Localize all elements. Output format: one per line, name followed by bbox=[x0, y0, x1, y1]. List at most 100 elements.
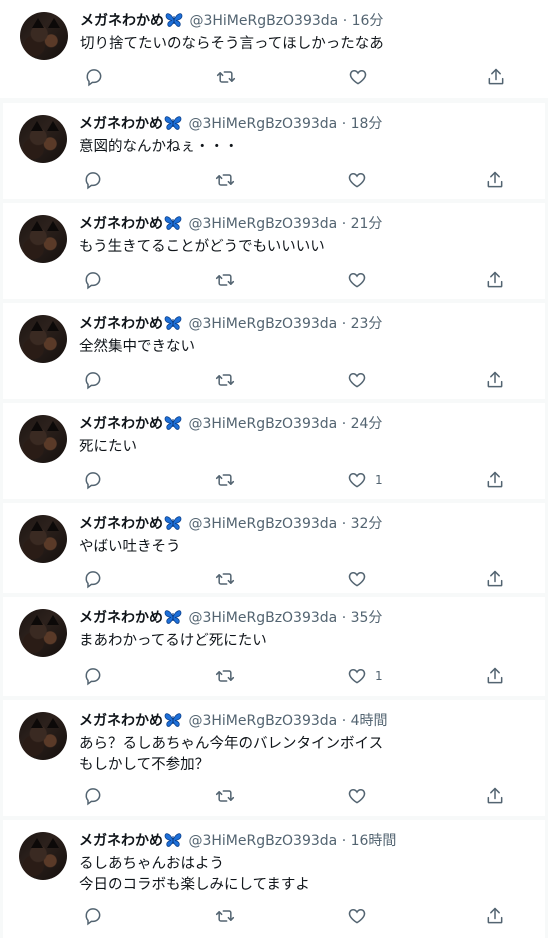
like-button[interactable]: 1 bbox=[347, 666, 383, 686]
display-name[interactable]: メガネわかめ bbox=[79, 516, 163, 532]
display-name[interactable]: メガネわかめ bbox=[79, 116, 163, 132]
user-handle[interactable]: @3HiMeRgBzO393da bbox=[188, 216, 337, 232]
user-handle[interactable]: @3HiMeRgBzO393da bbox=[188, 316, 337, 332]
avatar[interactable] bbox=[19, 712, 67, 760]
avatar[interactable] bbox=[19, 315, 67, 363]
tweet-actions bbox=[79, 786, 519, 806]
tweet[interactable]: メガネわかめ @3HiMeRgBzO393da · 32分 やばい吐きそう bbox=[3, 503, 545, 593]
tweet-time[interactable]: 4時間 bbox=[351, 713, 388, 729]
share-icon bbox=[485, 569, 505, 589]
avatar[interactable] bbox=[19, 609, 67, 657]
tweet[interactable]: メガネわかめ @3HiMeRgBzO393da · 4時間 あら？るしあちゃん今… bbox=[3, 700, 545, 816]
tweet[interactable]: メガネわかめ @3HiMeRgBzO393da · 24分 死にたい 1 bbox=[3, 403, 545, 499]
heart-icon bbox=[347, 370, 367, 390]
tweet-text: 切り捨てたいのならそう言ってほしかったなあ bbox=[80, 36, 384, 52]
tweet[interactable]: メガネわかめ @3HiMeRgBzO393da · 23分 全然集中できない bbox=[3, 303, 545, 399]
reply-button[interactable] bbox=[83, 786, 103, 806]
user-handle[interactable]: @3HiMeRgBzO393da bbox=[189, 13, 338, 29]
user-handle[interactable]: @3HiMeRgBzO393da bbox=[188, 610, 337, 626]
display-name[interactable]: メガネわかめ bbox=[79, 610, 163, 626]
user-handle[interactable]: @3HiMeRgBzO393da bbox=[188, 416, 337, 432]
display-name[interactable]: メガネわかめ bbox=[79, 216, 163, 232]
like-button[interactable] bbox=[347, 569, 375, 589]
share-button[interactable] bbox=[485, 470, 505, 490]
share-button[interactable] bbox=[485, 906, 505, 926]
retweet-button[interactable] bbox=[215, 270, 235, 290]
retweet-icon bbox=[215, 906, 235, 926]
reply-button[interactable] bbox=[83, 170, 103, 190]
tweet-time[interactable]: 16時間 bbox=[351, 833, 397, 849]
reply-icon bbox=[83, 170, 103, 190]
tweet[interactable]: メガネわかめ @3HiMeRgBzO393da · 35分 まあわかってるけど死… bbox=[3, 597, 545, 696]
tweet[interactable]: メガネわかめ @3HiMeRgBzO393da · 21分 もう生きてることがど… bbox=[3, 203, 545, 299]
reply-button[interactable] bbox=[83, 470, 103, 490]
retweet-button[interactable] bbox=[216, 67, 236, 87]
reply-button[interactable] bbox=[83, 270, 103, 290]
display-name[interactable]: メガネわかめ bbox=[79, 713, 163, 729]
tweet-time[interactable]: 32分 bbox=[351, 516, 383, 532]
like-button[interactable] bbox=[347, 270, 375, 290]
tweet-header: メガネわかめ @3HiMeRgBzO393da · 32分 bbox=[79, 515, 382, 536]
tweet-time[interactable]: 23分 bbox=[351, 316, 383, 332]
like-button[interactable] bbox=[347, 170, 375, 190]
reply-button[interactable] bbox=[83, 370, 103, 390]
retweet-button[interactable] bbox=[215, 786, 235, 806]
like-button[interactable] bbox=[348, 67, 376, 87]
share-button[interactable] bbox=[485, 786, 505, 806]
user-handle[interactable]: @3HiMeRgBzO393da bbox=[188, 516, 337, 532]
tweet-header: メガネわかめ @3HiMeRgBzO393da · 16時間 bbox=[79, 832, 396, 853]
tweet-time[interactable]: 35分 bbox=[351, 610, 383, 626]
reply-button[interactable] bbox=[83, 666, 103, 686]
tweet[interactable]: メガネわかめ @3HiMeRgBzO393da · 16分 切り捨てたいのならそ… bbox=[0, 0, 548, 98]
avatar[interactable] bbox=[19, 832, 67, 880]
retweet-button[interactable] bbox=[215, 370, 235, 390]
tweet[interactable]: メガネわかめ @3HiMeRgBzO393da · 18分 意図的なんかねぇ・・… bbox=[3, 103, 545, 199]
reply-button[interactable] bbox=[84, 67, 104, 87]
separator-dot: · bbox=[341, 516, 347, 532]
retweet-button[interactable] bbox=[215, 170, 235, 190]
like-count: 1 bbox=[375, 669, 383, 683]
share-button[interactable] bbox=[485, 569, 505, 589]
display-name[interactable]: メガネわかめ bbox=[79, 316, 163, 332]
heart-icon bbox=[347, 470, 367, 490]
separator-dot: · bbox=[341, 610, 347, 626]
retweet-button[interactable] bbox=[215, 906, 235, 926]
like-button[interactable]: 1 bbox=[347, 470, 383, 490]
avatar[interactable] bbox=[19, 415, 67, 463]
like-button[interactable] bbox=[347, 786, 375, 806]
user-handle[interactable]: @3HiMeRgBzO393da bbox=[188, 833, 337, 849]
butterfly-icon bbox=[164, 115, 182, 136]
share-button[interactable] bbox=[486, 67, 506, 87]
user-handle[interactable]: @3HiMeRgBzO393da bbox=[188, 713, 337, 729]
tweet-time[interactable]: 21分 bbox=[351, 216, 383, 232]
tweet[interactable]: メガネわかめ @3HiMeRgBzO393da · 16時間 るしあちゃんおはよ… bbox=[3, 820, 545, 938]
avatar[interactable] bbox=[19, 215, 67, 263]
tweet-text: まあわかってるけど死にたい bbox=[79, 633, 267, 649]
share-button[interactable] bbox=[485, 170, 505, 190]
retweet-button[interactable] bbox=[215, 666, 235, 686]
share-button[interactable] bbox=[485, 370, 505, 390]
separator-dot: · bbox=[341, 216, 347, 232]
retweet-icon bbox=[215, 470, 235, 490]
retweet-button[interactable] bbox=[215, 569, 235, 589]
avatar[interactable] bbox=[20, 12, 68, 60]
retweet-button[interactable] bbox=[215, 470, 235, 490]
tweet-feed: メガネわかめ @3HiMeRgBzO393da · 16分 切り捨てたいのならそ… bbox=[0, 0, 548, 938]
like-button[interactable] bbox=[347, 906, 375, 926]
display-name[interactable]: メガネわかめ bbox=[80, 13, 164, 29]
reply-button[interactable] bbox=[83, 906, 103, 926]
user-handle[interactable]: @3HiMeRgBzO393da bbox=[188, 116, 337, 132]
avatar[interactable] bbox=[19, 515, 67, 563]
share-button[interactable] bbox=[485, 270, 505, 290]
display-name[interactable]: メガネわかめ bbox=[79, 416, 163, 432]
display-name[interactable]: メガネわかめ bbox=[79, 833, 163, 849]
tweet-time[interactable]: 24分 bbox=[351, 416, 383, 432]
share-button[interactable] bbox=[485, 666, 505, 686]
tweet-header: メガネわかめ @3HiMeRgBzO393da · 35分 bbox=[79, 609, 382, 630]
tweet-time[interactable]: 16分 bbox=[352, 13, 384, 29]
avatar[interactable] bbox=[19, 115, 67, 163]
tweet-time[interactable]: 18分 bbox=[351, 116, 383, 132]
butterfly-icon bbox=[164, 215, 182, 236]
like-button[interactable] bbox=[347, 370, 375, 390]
reply-button[interactable] bbox=[83, 569, 103, 589]
